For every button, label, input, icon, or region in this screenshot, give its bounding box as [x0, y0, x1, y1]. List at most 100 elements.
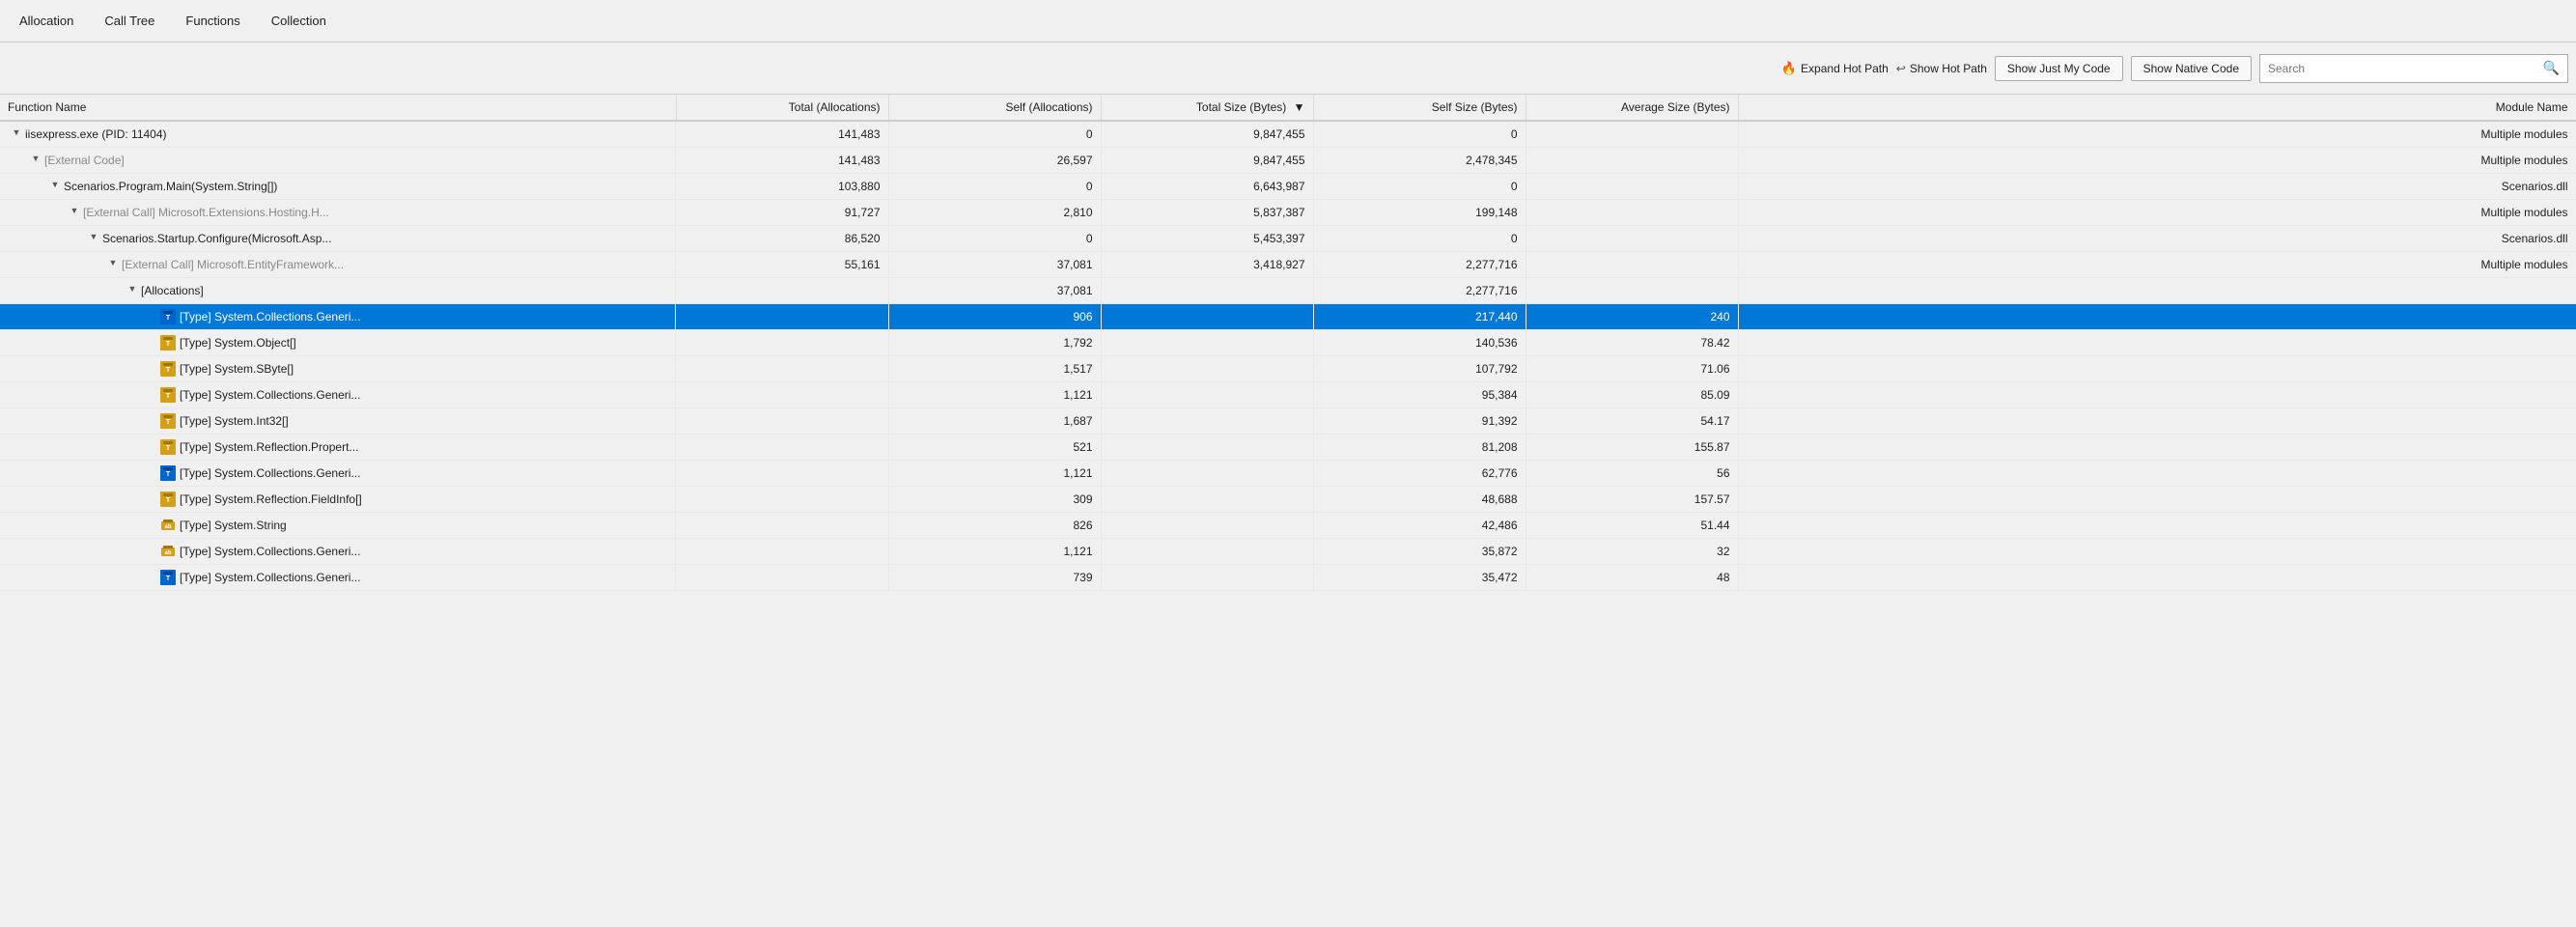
table-row[interactable]: T[Type] System.Collections.Generi...7393… — [0, 565, 2576, 591]
self-size-cell: 2,478,345 — [1313, 148, 1526, 174]
svg-text:T: T — [166, 419, 171, 426]
col-header-module[interactable]: Module Name — [1738, 95, 2576, 121]
name-cell: [External Call] Microsoft.EntityFramewor… — [0, 252, 676, 277]
total-size-cell — [1101, 565, 1313, 591]
self-size-cell: 2,277,716 — [1313, 278, 1526, 304]
name-cell: [External Call] Microsoft.Extensions.Hos… — [0, 200, 676, 225]
function-name: [Type] System.Collections.Generi... — [180, 388, 360, 402]
avg-size-cell: 51.44 — [1526, 513, 1738, 539]
avg-size-cell: 48 — [1526, 565, 1738, 591]
show-hot-path[interactable]: ↩ Show Hot Path — [1896, 62, 1987, 75]
total-alloc-cell — [676, 539, 888, 565]
table-container[interactable]: Function Name Total (Allocations) Self (… — [0, 95, 2576, 927]
function-name: Scenarios.Startup.Configure(Microsoft.As… — [102, 232, 331, 245]
self-size-cell: 91,392 — [1313, 408, 1526, 435]
svg-text:T: T — [166, 497, 171, 504]
total-alloc-cell — [676, 408, 888, 435]
avg-size-cell — [1526, 252, 1738, 278]
function-name: [Type] System.Collections.Generi... — [180, 545, 360, 558]
tree-arrow[interactable] — [126, 284, 139, 297]
tab-allocation[interactable]: Allocation — [4, 0, 89, 42]
table-row[interactable]: T[Type] System.SByte[]1,517107,79271.06 — [0, 356, 2576, 382]
tree-arrow[interactable] — [68, 206, 81, 219]
allocations-table: Function Name Total (Allocations) Self (… — [0, 95, 2576, 591]
self-alloc-cell: 37,081 — [888, 278, 1101, 304]
search-icon[interactable]: 🔍 — [2543, 60, 2560, 76]
table-row[interactable]: [External Call] Microsoft.Extensions.Hos… — [0, 200, 2576, 226]
table-row[interactable]: ab[Type] System.String82642,48651.44 — [0, 513, 2576, 539]
col-header-name[interactable]: Function Name — [0, 95, 676, 121]
table-row[interactable]: Scenarios.Program.Main(System.String[])1… — [0, 174, 2576, 200]
search-box[interactable]: 🔍 — [2259, 54, 2568, 83]
name-cell: Scenarios.Program.Main(System.String[]) — [0, 174, 676, 199]
tree-arrow[interactable] — [10, 127, 23, 141]
total-alloc-cell — [676, 513, 888, 539]
total-size-cell — [1101, 278, 1313, 304]
table-row[interactable]: ab[Type] System.Collections.Generi...1,1… — [0, 539, 2576, 565]
tab-functions[interactable]: Functions — [170, 0, 255, 42]
show-native-code-button[interactable]: Show Native Code — [2131, 56, 2252, 81]
show-just-my-code-button[interactable]: Show Just My Code — [1995, 56, 2123, 81]
total-alloc-cell: 86,520 — [676, 226, 888, 252]
self-alloc-cell: 1,121 — [888, 461, 1101, 487]
self-size-cell: 0 — [1313, 174, 1526, 200]
self-alloc-cell: 739 — [888, 565, 1101, 591]
total-alloc-cell: 55,161 — [676, 252, 888, 278]
table-row[interactable]: Scenarios.Startup.Configure(Microsoft.As… — [0, 226, 2576, 252]
name-cell: T[Type] System.Collections.Generi... — [0, 461, 676, 486]
self-alloc-cell: 0 — [888, 226, 1101, 252]
module-cell — [1738, 356, 2576, 382]
total-alloc-cell — [676, 304, 888, 330]
tree-arrow[interactable] — [87, 232, 100, 245]
tab-collection[interactable]: Collection — [256, 0, 342, 42]
total-size-cell — [1101, 513, 1313, 539]
svg-text:T: T — [166, 471, 171, 478]
table-row[interactable]: T[Type] System.Reflection.FieldInfo[]309… — [0, 487, 2576, 513]
table-row[interactable]: T[Type] System.Object[]1,792140,53678.42 — [0, 330, 2576, 356]
module-cell: Multiple modules — [1738, 148, 2576, 174]
total-alloc-cell — [676, 565, 888, 591]
module-cell: Multiple modules — [1738, 252, 2576, 278]
tree-arrow[interactable] — [29, 154, 42, 167]
col-header-total-size[interactable]: Total Size (Bytes) ▼ — [1101, 95, 1313, 121]
svg-text:T: T — [166, 393, 171, 400]
function-name: [Type] System.Reflection.Propert... — [180, 440, 358, 454]
type-icon: ab — [160, 518, 176, 533]
tree-arrow[interactable] — [106, 258, 120, 271]
table-row[interactable]: T[Type] System.Collections.Generi... 1,12… — [0, 461, 2576, 487]
table-row[interactable]: iisexpress.exe (PID: 11404)141,48309,847… — [0, 121, 2576, 148]
avg-size-cell: 56 — [1526, 461, 1738, 487]
name-cell: T [Type] System.Collections.Generi... — [0, 382, 676, 407]
total-size-cell: 5,837,387 — [1101, 200, 1313, 226]
name-cell: iisexpress.exe (PID: 11404) — [0, 122, 676, 147]
avg-size-cell: 71.06 — [1526, 356, 1738, 382]
tree-arrow[interactable] — [48, 180, 62, 193]
total-size-cell — [1101, 435, 1313, 461]
self-size-cell: 48,688 — [1313, 487, 1526, 513]
tab-call-tree[interactable]: Call Tree — [89, 0, 170, 42]
total-alloc-cell: 91,727 — [676, 200, 888, 226]
function-name: [External Code] — [44, 154, 125, 167]
total-size-cell — [1101, 330, 1313, 356]
expand-hot-path[interactable]: 🔥 Expand Hot Path — [1781, 61, 1889, 76]
svg-text:T: T — [166, 341, 171, 348]
table-row[interactable]: T[Type] System.Collections.Generi...9062… — [0, 304, 2576, 330]
function-name: [Type] System.SByte[] — [180, 362, 294, 376]
total-alloc-cell — [676, 487, 888, 513]
search-input[interactable] — [2268, 62, 2543, 75]
table-row[interactable]: [Allocations] 37,081 2,277,716 — [0, 278, 2576, 304]
table-row[interactable]: [External Code]141,48326,5979,847,4552,4… — [0, 148, 2576, 174]
self-alloc-cell: 1,687 — [888, 408, 1101, 435]
table-row[interactable]: [External Call] Microsoft.EntityFramewor… — [0, 252, 2576, 278]
name-cell: [Allocations] — [0, 278, 676, 303]
function-name: iisexpress.exe (PID: 11404) — [25, 127, 167, 141]
col-header-self-alloc[interactable]: Self (Allocations) — [888, 95, 1101, 121]
col-header-total-alloc[interactable]: Total (Allocations) — [676, 95, 888, 121]
col-header-avg-size[interactable]: Average Size (Bytes) — [1526, 95, 1738, 121]
total-alloc-cell — [676, 435, 888, 461]
table-row[interactable]: T[Type] System.Collections.Generi...1,12… — [0, 382, 2576, 408]
table-row[interactable]: T[Type] System.Int32[]1,68791,39254.17 — [0, 408, 2576, 435]
self-alloc-cell: 1,517 — [888, 356, 1101, 382]
col-header-self-size[interactable]: Self Size (Bytes) — [1313, 95, 1526, 121]
table-row[interactable]: T[Type] System.Reflection.Propert...5218… — [0, 435, 2576, 461]
